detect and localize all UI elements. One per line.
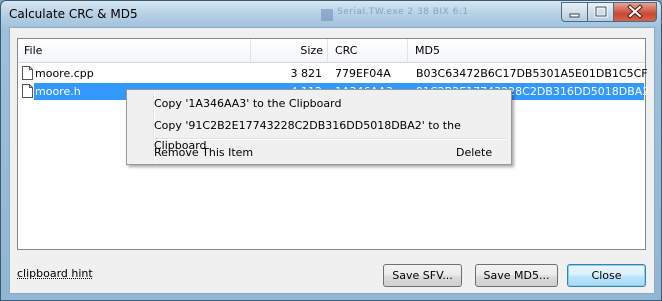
column-header-size[interactable]: Size	[251, 39, 328, 62]
list-header: File Size CRC MD5	[18, 39, 645, 63]
save-sfv-button[interactable]: Save SFV...	[383, 264, 462, 287]
menu-item-shortcut: Delete	[456, 146, 493, 159]
row-file-name: moore.h	[35, 85, 81, 98]
menu-item-label: Remove This Item	[154, 146, 254, 159]
menu-item-copy-md5[interactable]: Copy '91C2B2E17743228C2DB316DD5018DBA2' …	[127, 116, 511, 152]
table-row[interactable]: moore.cpp 3 821 779EF04A B03C63472B6C17D…	[18, 65, 648, 82]
close-window-button[interactable]	[613, 2, 657, 22]
title-bar[interactable]: Calculate CRC & MD5 Serial.TW.exe 2 38 B…	[1, 1, 661, 27]
window-title: Calculate CRC & MD5	[9, 7, 138, 21]
close-button[interactable]: Close	[567, 264, 646, 287]
background-window-text: Serial.TW.exe 2 38 BIX 6:1	[337, 7, 469, 17]
background-app-icon	[321, 9, 333, 21]
menu-item-remove[interactable]: Remove This Item Delete	[127, 143, 511, 163]
menu-item-copy-crc[interactable]: Copy '1A346AA3' to the Clipboard	[127, 94, 511, 114]
close-icon	[627, 4, 643, 19]
save-md5-button[interactable]: Save MD5...	[475, 264, 558, 287]
column-label-md5: MD5	[415, 44, 440, 57]
maximize-button[interactable]	[587, 2, 613, 22]
menu-item-label: Copy '1A346AA3' to the Clipboard	[154, 97, 342, 110]
column-header-crc[interactable]: CRC	[328, 39, 408, 62]
menu-separator	[155, 138, 507, 140]
row-md5: B03C63472B6C17DB5301A5E01DB1C5CF	[416, 67, 648, 80]
column-label-crc: CRC	[335, 44, 358, 57]
column-header-md5[interactable]: MD5	[408, 39, 645, 62]
clipboard-hint[interactable]: clipboard hint	[17, 267, 93, 280]
file-icon	[22, 84, 33, 98]
maximize-icon	[594, 5, 608, 18]
minimize-button[interactable]	[561, 2, 587, 22]
minimize-icon	[569, 13, 580, 18]
row-size: 3 821	[290, 67, 323, 80]
column-header-file[interactable]: File	[18, 39, 251, 62]
file-icon	[22, 66, 33, 80]
row-crc: 779EF04A	[335, 67, 391, 80]
row-file-name: moore.cpp	[35, 67, 94, 80]
context-menu: Copy '1A346AA3' to the Clipboard Copy '9…	[126, 89, 512, 165]
column-label-file: File	[24, 44, 43, 57]
column-label-size: Size	[300, 44, 323, 57]
